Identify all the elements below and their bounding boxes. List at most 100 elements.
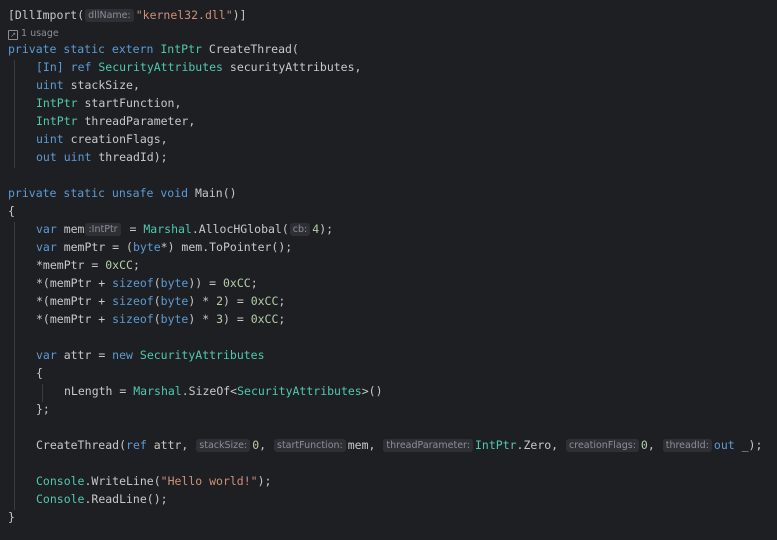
param-hint-stacksize: stackSize: bbox=[196, 439, 251, 452]
code-line: private static extern IntPtr CreateThrea… bbox=[8, 40, 777, 58]
indent-guide bbox=[14, 60, 15, 168]
indent-guide bbox=[14, 222, 15, 510]
keyword: uint bbox=[63, 150, 92, 164]
expression: *(memPtr + bbox=[36, 294, 113, 308]
punctuation: ; bbox=[250, 276, 258, 290]
keyword: uint bbox=[36, 132, 64, 146]
punctuation: ) * bbox=[188, 294, 217, 308]
method-call: .ReadLine(); bbox=[84, 492, 168, 506]
punctuation: ); bbox=[319, 222, 334, 236]
method-decl: Main() bbox=[188, 186, 237, 200]
punctuation: , bbox=[551, 438, 566, 452]
type-name: IntPtr bbox=[475, 438, 517, 452]
keyword: sizeof bbox=[112, 276, 154, 290]
number-literal: 0 bbox=[640, 438, 648, 452]
param-hint-threadid: threadId: bbox=[662, 439, 712, 452]
code-line: *(memPtr + sizeof(byte)) = 0xCC; bbox=[8, 274, 777, 292]
punctuation: ) * bbox=[188, 312, 217, 326]
code-line: out uint threadId); bbox=[8, 148, 777, 166]
keyword: private bbox=[8, 42, 57, 56]
punctuation: ; bbox=[278, 312, 286, 326]
keyword: var bbox=[36, 240, 57, 254]
punctuation: _); bbox=[734, 438, 763, 452]
code-line: *memPtr = 0xCC; bbox=[8, 256, 777, 274]
code-line: nLength = Marshal.SizeOf<SecurityAttribu… bbox=[8, 382, 777, 400]
keyword: extern bbox=[111, 42, 154, 56]
type-name: Marshal bbox=[143, 222, 192, 236]
type-hint: :IntPtr bbox=[85, 223, 121, 236]
param-name: threadParameter, bbox=[77, 114, 196, 128]
type-name: Console bbox=[36, 492, 85, 506]
punctuation: >() bbox=[361, 384, 383, 398]
attribute-close: )] bbox=[232, 8, 247, 22]
expression: *) mem.ToPointer(); bbox=[160, 240, 293, 254]
punctuation: ; bbox=[278, 294, 286, 308]
operator: = bbox=[122, 222, 144, 236]
method-call: CreateThread( bbox=[36, 438, 127, 452]
variable-name: memPtr = ( bbox=[56, 240, 133, 254]
method-call: .SizeOf< bbox=[181, 384, 238, 398]
code-line: } bbox=[8, 508, 777, 526]
variable-name: mem bbox=[56, 222, 85, 236]
keyword: out bbox=[36, 150, 57, 164]
code-line: uint stackSize, bbox=[8, 76, 777, 94]
param-name: startFunction, bbox=[77, 96, 182, 110]
code-editor[interactable]: [DllImport(dllName: "kernel32.dll")] ↗ 1 u… bbox=[0, 0, 777, 540]
keyword: byte bbox=[160, 294, 189, 308]
keyword: var bbox=[36, 222, 57, 236]
keyword: unsafe bbox=[111, 186, 154, 200]
punctuation: , bbox=[259, 438, 273, 452]
keyword: void bbox=[160, 186, 189, 200]
keyword: sizeof bbox=[112, 294, 154, 308]
code-line: { bbox=[8, 364, 777, 382]
punctuation: ( bbox=[153, 312, 161, 326]
param-name: creationFlags, bbox=[63, 132, 168, 146]
code-line: }; bbox=[8, 400, 777, 418]
number-literal: 0xCC bbox=[250, 294, 279, 308]
code-line: Console.ReadLine(); bbox=[8, 490, 777, 508]
code-line: uint creationFlags, bbox=[8, 130, 777, 148]
keyword: byte bbox=[132, 240, 161, 254]
usage-hint[interactable]: ↗ 1 usage bbox=[8, 24, 777, 40]
expression: *(memPtr + bbox=[36, 312, 113, 326]
type-name: IntPtr bbox=[160, 42, 202, 56]
punctuation: ) = bbox=[223, 312, 251, 326]
param-name: threadId); bbox=[91, 150, 168, 164]
member-access: .Zero bbox=[516, 438, 552, 452]
code-line: var mem:IntPtr = Marshal.AllocHGlobal(cb… bbox=[8, 220, 777, 238]
code-line: { bbox=[8, 202, 777, 220]
usage-icon: ↗ bbox=[8, 30, 18, 40]
punctuation: )) = bbox=[188, 276, 223, 290]
param-hint-creationflags: creationFlags: bbox=[566, 439, 639, 452]
code-line: Console.WriteLine("Hello world!"); bbox=[8, 472, 777, 490]
param-hint-threadparameter: threadParameter: bbox=[383, 439, 473, 452]
keyword: byte bbox=[160, 276, 189, 290]
param-name: securityAttributes, bbox=[222, 60, 362, 74]
code-line: [In] ref SecurityAttributes securityAttr… bbox=[8, 58, 777, 76]
in-attribute: [In] bbox=[36, 60, 64, 74]
param-name: stackSize, bbox=[63, 78, 140, 92]
type-name: Marshal bbox=[133, 384, 182, 398]
type-name: SecurityAttributes bbox=[139, 348, 265, 362]
indent-guide bbox=[42, 384, 43, 402]
brace: }; bbox=[36, 402, 50, 416]
code-line: *(memPtr + sizeof(byte) * 3) = 0xCC; bbox=[8, 310, 777, 328]
keyword: sizeof bbox=[112, 312, 154, 326]
param-hint-dllname: dllName: bbox=[85, 9, 134, 22]
keyword: ref bbox=[70, 60, 92, 74]
brace: } bbox=[8, 510, 15, 524]
punctuation: ; bbox=[132, 258, 140, 272]
number-literal: 3 bbox=[216, 312, 223, 326]
param-hint-startfunction: startFunction: bbox=[274, 439, 346, 452]
keyword: byte bbox=[160, 312, 189, 326]
method-call: .WriteLine( bbox=[84, 474, 161, 488]
punctuation: , bbox=[647, 438, 662, 452]
number-literal: 0xCC bbox=[105, 258, 133, 272]
